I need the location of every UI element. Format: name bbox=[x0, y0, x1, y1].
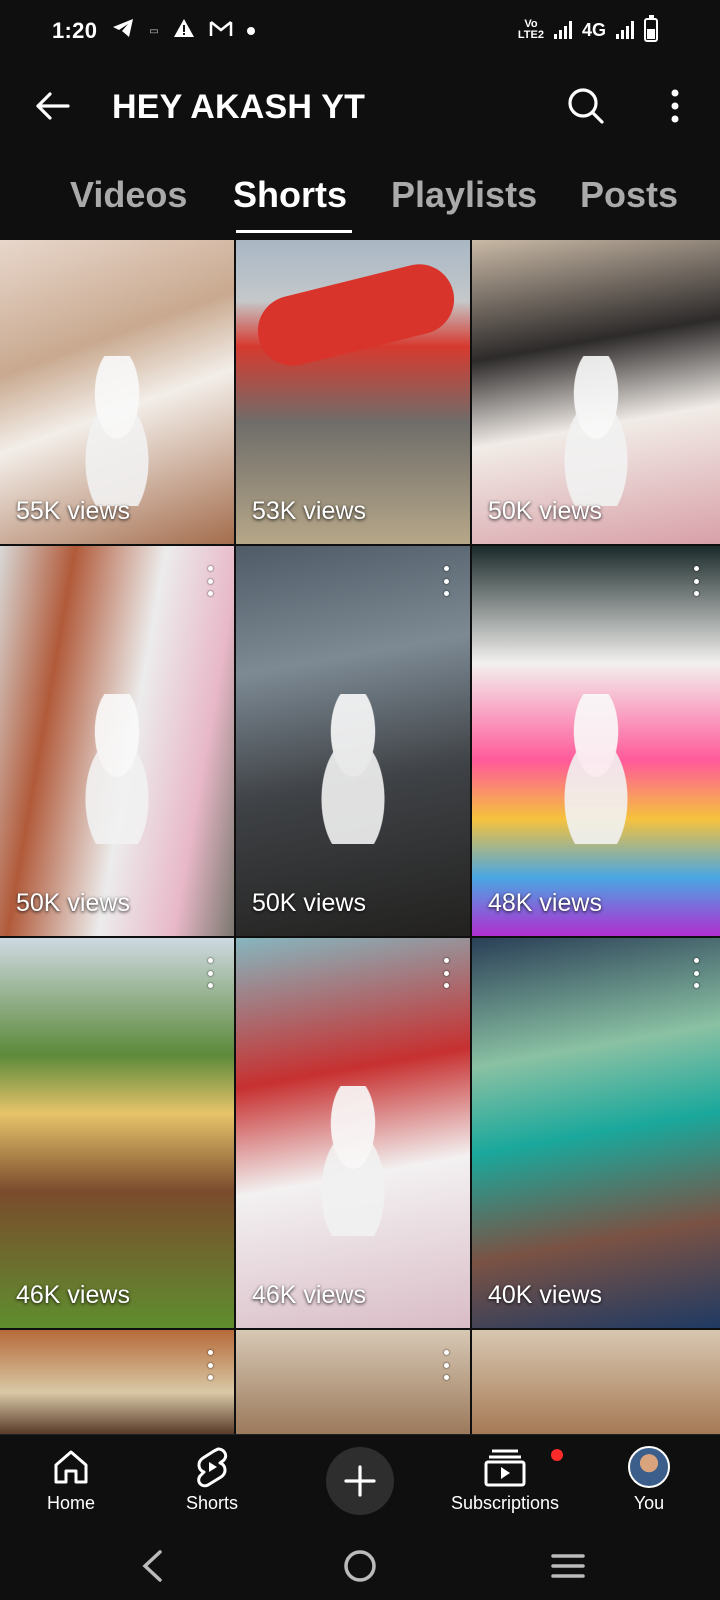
more-options-button[interactable] bbox=[660, 82, 690, 130]
short-view-count: 48K views bbox=[488, 889, 602, 917]
tab-posts[interactable]: Posts bbox=[580, 174, 678, 216]
short-more-button[interactable] bbox=[690, 958, 702, 988]
system-home-button[interactable] bbox=[338, 1544, 382, 1588]
nav-home[interactable]: Home bbox=[16, 1445, 126, 1514]
shorts-grid: 55K views 53K views 50K views 50K views … bbox=[0, 240, 720, 1434]
bottom-navigation: Home Shorts Subscriptions You bbox=[0, 1434, 720, 1530]
telegram-icon bbox=[111, 17, 135, 45]
short-tile[interactable]: 53K views bbox=[236, 240, 470, 544]
dot-icon bbox=[246, 27, 255, 35]
short-tile[interactable]: 48K views bbox=[472, 546, 720, 936]
thumbnail-subject bbox=[62, 355, 172, 506]
search-icon bbox=[568, 88, 604, 124]
avatar bbox=[627, 1445, 671, 1489]
thumbnail-subject bbox=[541, 355, 651, 506]
short-tile[interactable]: 46K views bbox=[236, 938, 470, 1328]
signal-icon bbox=[553, 21, 572, 39]
system-recents-button[interactable] bbox=[546, 1544, 590, 1588]
short-tile[interactable] bbox=[472, 1330, 720, 1434]
nav-shorts-label: Shorts bbox=[185, 1493, 239, 1513]
short-more-button[interactable] bbox=[204, 958, 216, 988]
short-more-button[interactable] bbox=[204, 1350, 216, 1380]
thumbnail-subject bbox=[250, 256, 462, 374]
status-time: 1:20 bbox=[52, 18, 98, 43]
short-tile[interactable] bbox=[236, 1330, 470, 1434]
short-view-count: 50K views bbox=[252, 889, 366, 917]
short-view-count: 53K views bbox=[252, 497, 366, 525]
short-view-count: 50K views bbox=[488, 497, 602, 525]
thumbnail-subject bbox=[541, 694, 651, 845]
gmail-icon bbox=[209, 18, 233, 44]
battery-icon bbox=[644, 15, 658, 42]
circle-home-icon bbox=[344, 1550, 376, 1582]
short-tile[interactable]: 50K views bbox=[236, 546, 470, 936]
channel-title: HEY AKASH YT bbox=[112, 88, 366, 126]
short-view-count: 40K views bbox=[488, 1281, 602, 1309]
system-back-button[interactable] bbox=[130, 1544, 174, 1588]
short-tile[interactable]: 46K views bbox=[0, 938, 234, 1328]
short-more-button[interactable] bbox=[204, 566, 216, 596]
thumbnail-subject bbox=[298, 1086, 408, 1237]
app-notification-icon: ▭ bbox=[149, 25, 159, 37]
active-tab-indicator bbox=[236, 230, 352, 233]
arrow-left-icon bbox=[36, 92, 70, 120]
nav-you[interactable]: You bbox=[594, 1445, 704, 1514]
nav-subscriptions-label: Subscriptions bbox=[450, 1493, 560, 1513]
short-view-count: 46K views bbox=[16, 1281, 130, 1309]
plus-icon bbox=[344, 1465, 376, 1497]
short-more-button[interactable] bbox=[440, 958, 452, 988]
chevron-left-icon bbox=[142, 1550, 162, 1582]
status-right: Vo LTE2 4G bbox=[517, 15, 658, 42]
channel-tabs: Videos Shorts Playlists Posts bbox=[0, 162, 720, 240]
create-button[interactable] bbox=[326, 1447, 394, 1515]
tab-videos[interactable]: Videos bbox=[70, 174, 187, 216]
nav-shorts[interactable]: Shorts bbox=[157, 1445, 267, 1514]
warning-icon bbox=[173, 18, 195, 44]
back-button[interactable] bbox=[30, 84, 74, 128]
short-more-button[interactable] bbox=[440, 566, 452, 596]
short-tile[interactable] bbox=[0, 1330, 234, 1434]
nav-subscriptions[interactable]: Subscriptions bbox=[440, 1445, 570, 1514]
nav-you-label: You bbox=[633, 1493, 665, 1513]
short-more-button[interactable] bbox=[440, 1350, 452, 1380]
short-tile[interactable]: 40K views bbox=[472, 938, 720, 1328]
network-type: 4G bbox=[581, 19, 606, 40]
more-vert-icon bbox=[671, 89, 679, 123]
home-icon bbox=[49, 1445, 93, 1489]
short-view-count: 55K views bbox=[16, 497, 130, 525]
status-bar: 1:20 ▭ Vo LTE2 4G bbox=[0, 0, 720, 62]
short-tile[interactable]: 55K views bbox=[0, 240, 234, 544]
system-navigation-bar bbox=[0, 1530, 720, 1600]
channel-header: HEY AKASH YT bbox=[0, 62, 720, 152]
menu-icon bbox=[551, 1554, 585, 1578]
search-button[interactable] bbox=[562, 82, 610, 130]
short-tile[interactable]: 50K views bbox=[472, 240, 720, 544]
signal-icon-2 bbox=[616, 21, 634, 39]
shorts-icon bbox=[190, 1445, 234, 1489]
tab-playlists[interactable]: Playlists bbox=[391, 174, 537, 216]
notification-badge bbox=[551, 1449, 563, 1461]
thumbnail-subject bbox=[298, 694, 408, 845]
status-left: 1:20 ▭ bbox=[52, 17, 255, 45]
thumbnail-subject bbox=[62, 694, 172, 845]
short-more-button[interactable] bbox=[690, 566, 702, 596]
tab-shorts[interactable]: Shorts bbox=[233, 174, 347, 216]
nav-home-label: Home bbox=[46, 1493, 95, 1513]
short-view-count: 50K views bbox=[16, 889, 130, 917]
short-tile[interactable]: 50K views bbox=[0, 546, 234, 936]
subscriptions-icon bbox=[483, 1445, 563, 1489]
short-view-count: 46K views bbox=[252, 1281, 366, 1309]
volte-icon: Vo LTE2 bbox=[517, 18, 544, 41]
